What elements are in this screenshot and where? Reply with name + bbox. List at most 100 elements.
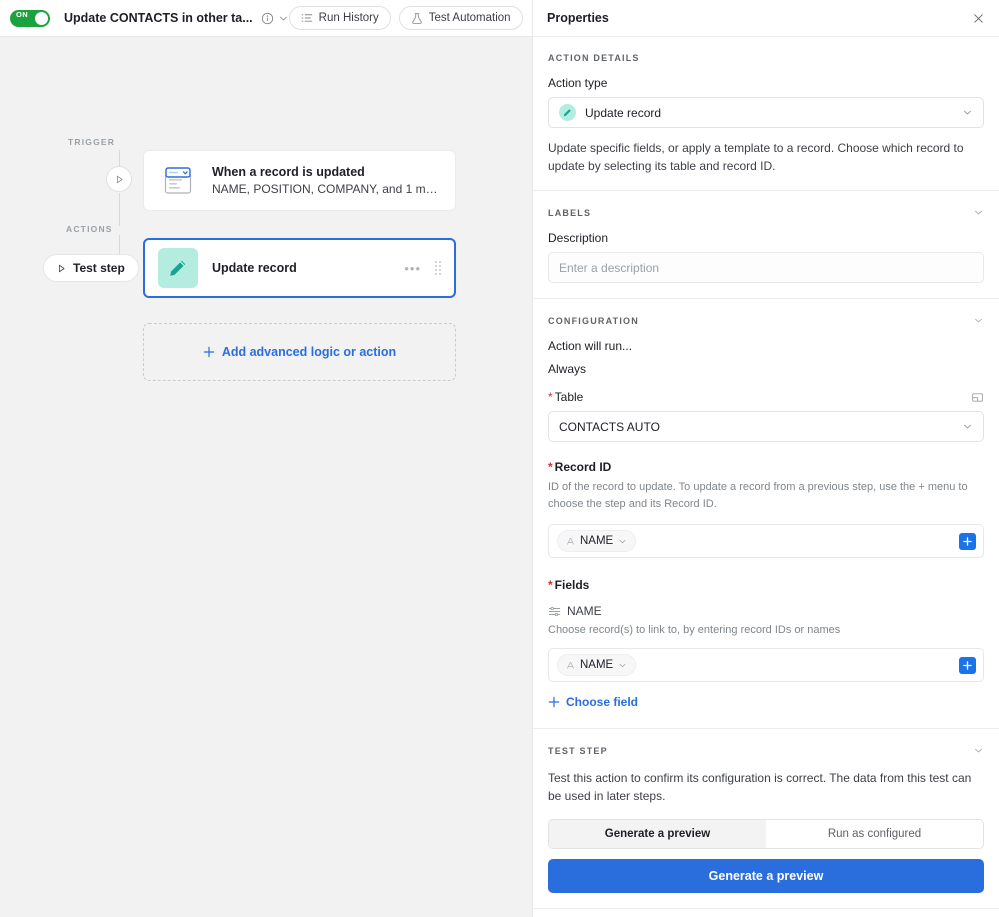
description-placeholder: Enter a description: [559, 260, 660, 275]
plus-icon: [203, 346, 215, 358]
chevron-down-icon: [962, 107, 973, 118]
test-automation-button[interactable]: Test Automation: [398, 6, 523, 30]
test-step-collapse-chevron-down-icon[interactable]: [973, 745, 984, 756]
table-label-row: * Table: [548, 390, 984, 404]
automation-title[interactable]: Update CONTACTS in other ta...: [64, 11, 253, 25]
pencil-icon: [559, 104, 576, 121]
action-card-tools: •••: [404, 261, 441, 276]
text-field-icon: [566, 661, 575, 670]
record-id-hint: ID of the record to update. To update a …: [548, 481, 968, 511]
flask-icon: [411, 12, 423, 25]
play-triangle-icon: [115, 175, 124, 184]
section-action-details: ACTION DETAILS Action type Update record…: [533, 37, 999, 191]
trigger-card-title: When a record is updated: [212, 165, 365, 179]
chevron-down-icon: [962, 421, 973, 432]
automation-editor: ON Update CONTACTS in other ta... Run Hi…: [0, 0, 999, 917]
run-history-button[interactable]: Run History: [288, 6, 391, 30]
fields-label: * Fields: [548, 578, 984, 592]
section-labels: LABELS Description Enter a description: [533, 191, 999, 299]
record-id-label-text: Record ID: [554, 460, 612, 474]
trigger-card-subtitle: NAME, POSITION, COMPANY, and 1 more f...: [212, 182, 441, 196]
test-step-heading: TEST STEP: [548, 745, 608, 756]
table-label: * Table: [548, 390, 971, 404]
section-configuration: CONFIGURATION Action will run... Always …: [533, 299, 999, 730]
choose-field-button[interactable]: Choose field: [548, 695, 638, 709]
fields-required-marker: *: [548, 578, 553, 593]
top-toolbar: ON Update CONTACTS in other ta... Run Hi…: [0, 0, 532, 37]
segment-generate-preview[interactable]: Generate a preview: [549, 820, 766, 849]
trigger-play-node[interactable]: [106, 166, 132, 192]
pencil-icon: [158, 248, 198, 288]
action-details-heading: ACTION DETAILS: [548, 53, 640, 63]
action-details-heading-row: ACTION DETAILS: [548, 53, 984, 63]
toggle-state-label: ON: [16, 10, 29, 19]
run-history-label: Run History: [318, 12, 379, 24]
action-will-run-value[interactable]: Always: [548, 362, 984, 376]
field-value-token[interactable]: NAME: [557, 654, 637, 677]
action-will-run-label: Action will run...: [548, 339, 633, 353]
record-id-required-marker: *: [548, 460, 553, 474]
record-id-insert-plus-icon[interactable]: [959, 532, 976, 550]
flow-canvas-pane: ON Update CONTACTS in other ta... Run Hi…: [0, 0, 532, 917]
expand-table-icon[interactable]: [971, 391, 984, 404]
record-id-input[interactable]: NAME: [548, 524, 984, 559]
fields-label-text: Fields: [554, 578, 590, 593]
history-list-icon: [301, 12, 313, 24]
add-advanced-logic-or-action-button[interactable]: Add advanced logic or action: [143, 323, 456, 381]
rail-connector-top: [119, 150, 120, 167]
test-step-button[interactable]: Test step: [43, 254, 139, 282]
field-hint: Choose record(s) to link to, by entering…: [548, 624, 841, 637]
test-mode-segmented-control[interactable]: Generate a preview Run as configured: [548, 819, 984, 850]
play-triangle-icon: [57, 264, 66, 273]
test-step-label: Test step: [73, 261, 125, 275]
record-id-token[interactable]: NAME: [557, 530, 637, 553]
table-select[interactable]: CONTACTS AUTO: [548, 411, 984, 442]
table-required-marker: *: [548, 390, 553, 404]
trigger-card[interactable]: When a record is updated NAME, POSITION,…: [143, 150, 456, 211]
action-card-title: Update record: [212, 261, 297, 275]
generate-preview-button[interactable]: Generate a preview: [548, 859, 984, 894]
record-id-token-label: NAME: [580, 535, 614, 548]
action-card-text: Update record: [212, 261, 390, 275]
chevron-down-icon: [618, 661, 627, 670]
action-type-value: Update record: [585, 105, 662, 120]
link-record-icon: [548, 605, 561, 618]
description-input[interactable]: Enter a description: [548, 252, 984, 283]
labels-heading-row: LABELS: [548, 207, 984, 218]
table-value: CONTACTS AUTO: [559, 419, 660, 434]
close-icon[interactable]: [972, 12, 985, 25]
flow-canvas: TRIGGER ACTIONS Test step When a record …: [0, 37, 532, 917]
properties-panel-body: ACTION DETAILS Action type Update record…: [533, 37, 999, 917]
configuration-heading: CONFIGURATION: [548, 315, 639, 326]
automation-menu-chevron-down-icon[interactable]: [278, 13, 289, 24]
field-value-input[interactable]: NAME: [548, 648, 984, 683]
test-automation-label: Test Automation: [428, 12, 511, 24]
drag-grip-icon[interactable]: [435, 261, 441, 275]
field-insert-plus-icon[interactable]: [959, 656, 976, 674]
table-label-text: Table: [554, 390, 584, 404]
segment-run-as-configured[interactable]: Run as configured: [766, 820, 983, 849]
rail-connector-bottom: [119, 235, 120, 255]
add-action-label: Add advanced logic or action: [221, 345, 397, 359]
automation-enabled-toggle[interactable]: ON: [10, 9, 50, 27]
test-step-heading-row: TEST STEP: [548, 745, 984, 756]
trigger-rail-label: TRIGGER: [68, 137, 116, 147]
action-card-update-record[interactable]: Update record •••: [143, 238, 456, 298]
labels-collapse-chevron-down-icon[interactable]: [973, 207, 984, 218]
properties-panel: Properties ACTION DETAILS Action type Up…: [532, 0, 999, 917]
text-field-icon: [566, 537, 575, 546]
rail-connector-mid: [119, 193, 120, 226]
ellipsis-icon[interactable]: •••: [404, 261, 421, 276]
field-name-row: NAME: [548, 604, 984, 618]
info-icon[interactable]: [261, 12, 274, 25]
field-name-label: NAME: [567, 604, 602, 619]
record-id-label: * Record ID: [548, 460, 984, 474]
chevron-down-icon: [618, 537, 627, 546]
properties-panel-header: Properties: [533, 0, 999, 37]
configuration-collapse-chevron-down-icon[interactable]: [973, 315, 984, 326]
panel-title: Properties: [547, 11, 609, 25]
configuration-heading-row: CONFIGURATION: [548, 315, 984, 326]
action-type-select[interactable]: Update record: [548, 97, 984, 128]
actions-rail-label: ACTIONS: [66, 224, 113, 234]
section-test-step: TEST STEP Test this action to confirm it…: [533, 729, 999, 910]
